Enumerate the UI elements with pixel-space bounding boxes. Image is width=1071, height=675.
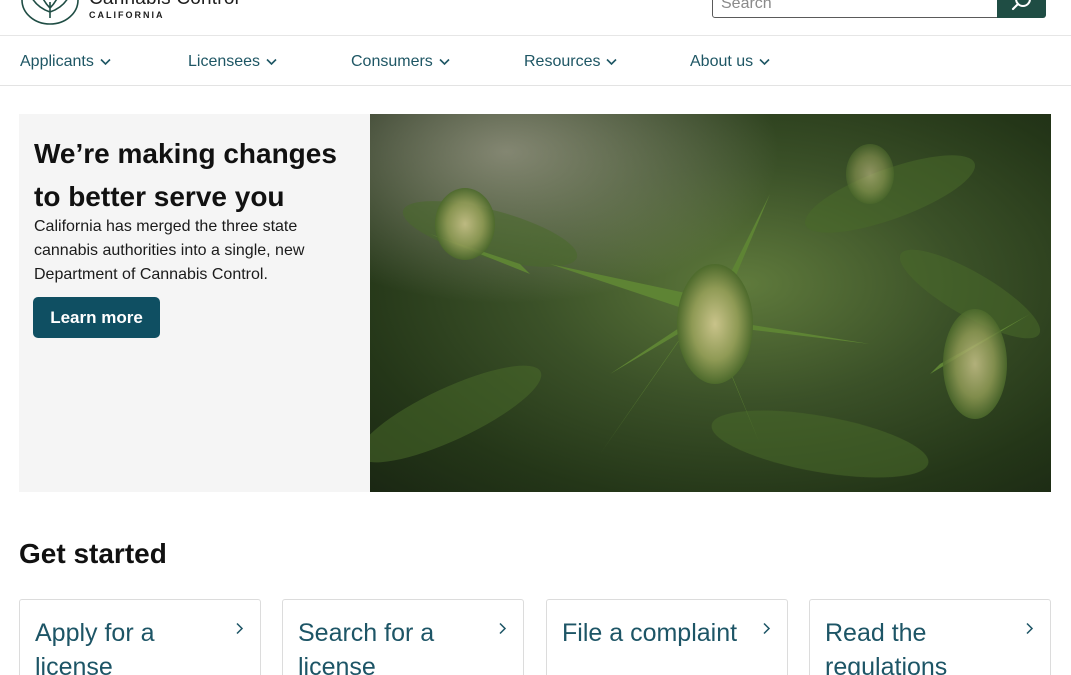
card-label: Apply for a license (35, 619, 155, 675)
get-started-heading: Get started (19, 538, 167, 569)
chevron-down-icon (439, 58, 450, 66)
card-apply-license[interactable]: Apply for a license (19, 599, 261, 675)
hero-text: California has merged the three state ca… (34, 218, 305, 283)
chevron-right-icon (763, 622, 771, 635)
chevron-down-icon (606, 58, 618, 66)
card-file-complaint[interactable]: File a complaint (546, 599, 788, 675)
nav-item-label: Applicants (20, 53, 94, 70)
nav-item-label: Consumers (351, 53, 433, 70)
nav-item-label: Resources (524, 53, 601, 70)
card-label: Search for a license (298, 619, 435, 675)
main-nav: Applicants Licensees Consumers Resources… (0, 36, 1071, 86)
nav-item-licensees[interactable]: Licensees (188, 53, 277, 71)
site-header: Cannabis Control CALIFORNIA (0, 0, 1071, 36)
card-label: File a complaint (562, 619, 738, 647)
nav-item-label: Licensees (188, 53, 261, 70)
card-search-license[interactable]: Search for a license (282, 599, 524, 675)
cannabis-logo-icon[interactable] (20, 0, 80, 26)
card-label: Read the regulations (825, 619, 948, 675)
nav-item-resources[interactable]: Resources (524, 53, 618, 71)
plant-illustration (370, 114, 1051, 492)
search-input[interactable] (712, 0, 998, 18)
cannabis-plant-photo (370, 114, 1051, 492)
brand-subtitle: CALIFORNIA (89, 10, 165, 20)
brand-name[interactable]: Cannabis Control (89, 0, 239, 10)
card-read-regulations[interactable]: Read the regulations (809, 599, 1051, 675)
hero-title: We’re making changes to better serve you (34, 138, 337, 212)
nav-item-about-us[interactable]: About us (690, 53, 770, 71)
chevron-right-icon (499, 622, 507, 635)
search-button[interactable] (997, 0, 1046, 18)
learn-more-button[interactable]: Learn more (33, 297, 160, 338)
chevron-right-icon (1026, 622, 1034, 635)
hero-panel: We’re making changes to better serve you… (19, 114, 370, 492)
chevron-down-icon (266, 58, 277, 66)
chevron-down-icon (759, 58, 770, 66)
chevron-right-icon (236, 622, 244, 635)
nav-item-consumers[interactable]: Consumers (351, 53, 450, 71)
nav-item-label: About us (690, 53, 754, 70)
chevron-down-icon (100, 58, 111, 66)
nav-item-applicants[interactable]: Applicants (20, 53, 111, 71)
search-icon (1011, 0, 1031, 11)
